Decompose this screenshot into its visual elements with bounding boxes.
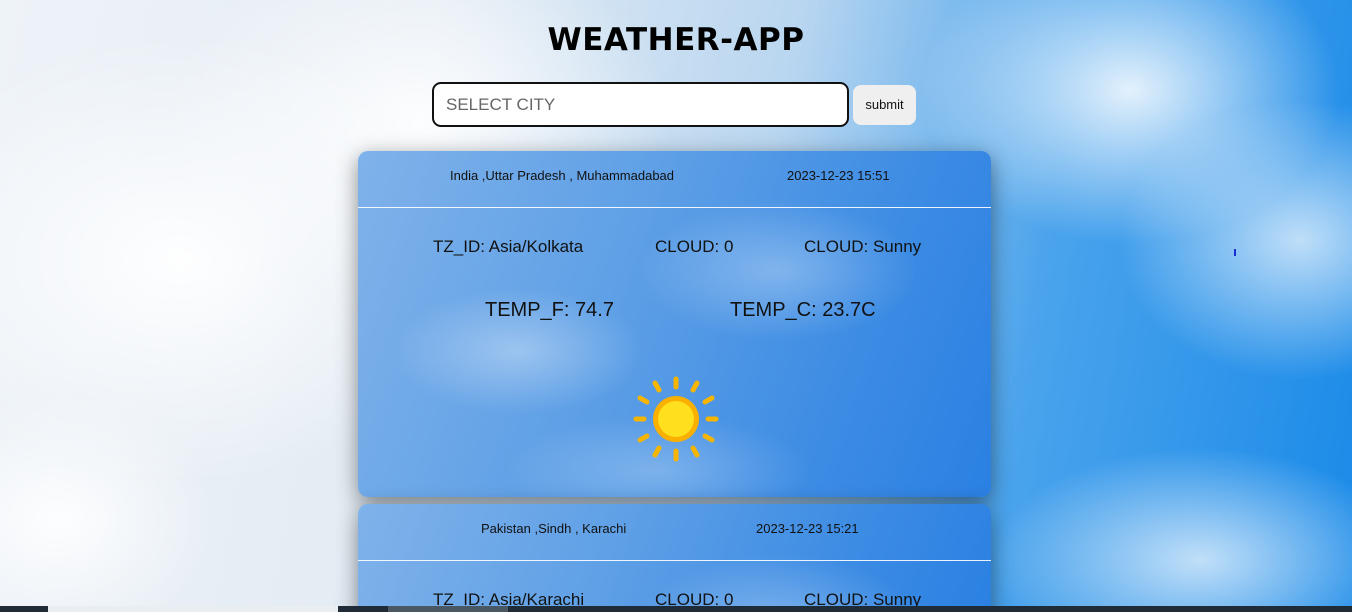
- location-text: India ,Uttar Pradesh , Muhammadabad: [450, 168, 675, 183]
- taskbar-app-button[interactable]: [388, 606, 508, 612]
- weather-card: Pakistan ,Sindh , Karachi 2023-12-23 15:…: [358, 504, 991, 612]
- local-time-text: 2023-12-23 15:51: [787, 168, 890, 183]
- taskbar: [0, 606, 1352, 612]
- location-text: Pakistan ,Sindh , Karachi: [481, 521, 627, 536]
- weather-card: India ,Uttar Pradesh , Muhammadabad 2023…: [358, 151, 991, 497]
- search-bar: submit: [432, 82, 916, 127]
- condition-text: CLOUD: Sunny: [804, 237, 922, 256]
- cursor-mark: [1234, 249, 1236, 256]
- submit-button[interactable]: submit: [853, 84, 916, 125]
- temp-f-text: TEMP_F: 74.7: [485, 299, 614, 321]
- card-header: India ,Uttar Pradesh , Muhammadabad 2023…: [358, 151, 991, 208]
- page-title: WEATHER-APP: [547, 22, 805, 58]
- temp-c-text: TEMP_C: 23.7C: [730, 299, 876, 321]
- cloud-text: CLOUD: 0: [655, 237, 734, 256]
- timezone-text: TZ_ID: Asia/Kolkata: [433, 237, 584, 256]
- local-time-text: 2023-12-23 15:21: [756, 521, 859, 536]
- city-search-input[interactable]: [432, 82, 849, 127]
- taskbar-search-box[interactable]: [48, 606, 338, 612]
- sun-icon: [633, 376, 719, 462]
- card-header: Pakistan ,Sindh , Karachi 2023-12-23 15:…: [358, 504, 991, 561]
